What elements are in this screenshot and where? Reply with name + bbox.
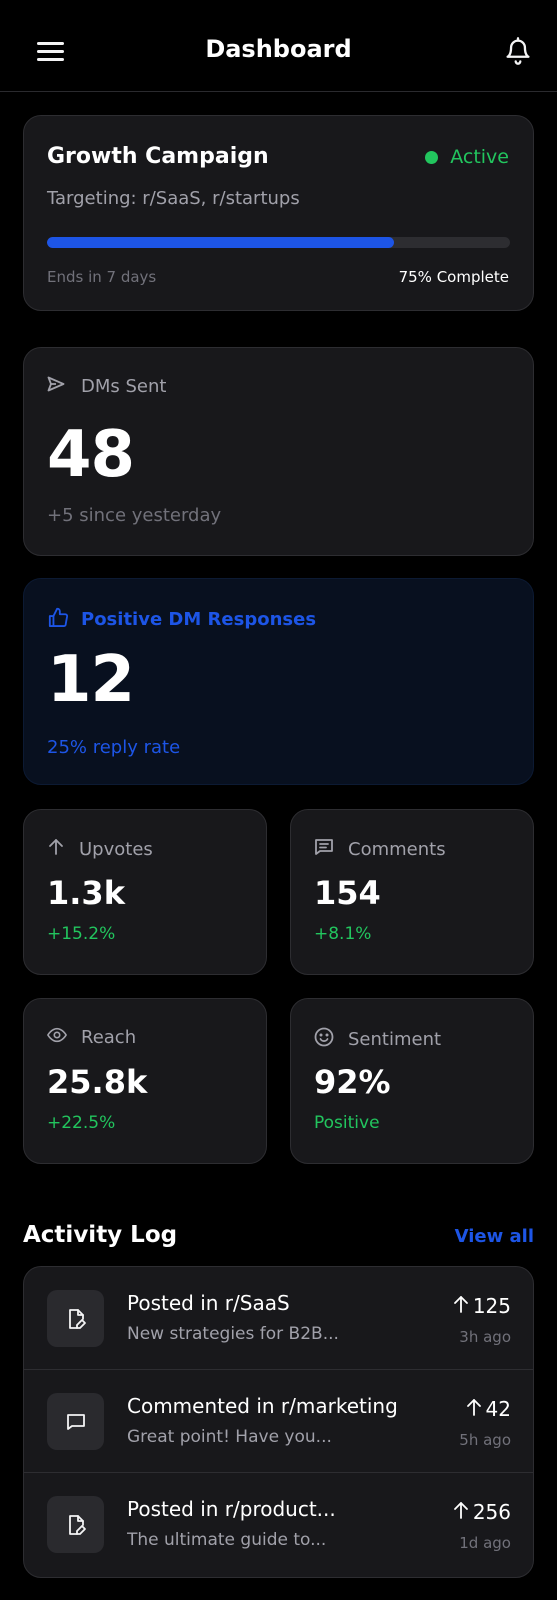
campaign-complete: 75% Complete [398,268,509,286]
comment-icon [314,838,348,861]
activity-title: Commented in r/marketing [127,1394,398,1418]
arrow-up-icon [453,1294,473,1318]
positive-responses-label: Positive DM Responses [81,609,317,630]
sentiment-header: Sentiment [314,1027,441,1052]
activity-time: 3h ago [459,1328,511,1346]
activity-upvote-count: 125 [472,1294,511,1318]
reach-card[interactable]: Reach 25.8k +22.5% [23,998,267,1164]
page-title: Dashboard [205,35,352,63]
reach-label: Reach [81,1027,137,1048]
activity-item[interactable]: Posted in r/SaaS New strategies for B2B.… [24,1267,533,1370]
sentiment-value: 92% [314,1063,391,1101]
view-all-link[interactable]: View all [455,1226,534,1247]
activity-upvotes: 256 [453,1500,511,1524]
dms-sent-header: DMs Sent [47,376,166,397]
upvotes-header: Upvotes [47,838,153,861]
sentiment-card[interactable]: Sentiment 92% Positive [290,998,534,1164]
campaign-targeting: Targeting: r/SaaS, r/startups [47,188,300,209]
sentiment-label: Sentiment [348,1029,442,1050]
campaign-progress-bar [47,237,510,248]
campaign-name: Growth Campaign [47,144,269,169]
activity-snippet: New strategies for B2B... [127,1324,339,1344]
arrow-up-icon [453,1500,473,1524]
upvotes-card[interactable]: Upvotes 1.3k +15.2% [23,809,267,975]
status-label: Active [450,146,509,168]
dms-sent-card[interactable]: DMs Sent 48 +5 since yesterday [23,347,534,556]
sentiment-delta: Positive [314,1113,380,1133]
status-dot-icon [425,150,439,164]
post-edit-icon [47,1290,104,1347]
upvotes-label: Upvotes [79,839,153,860]
activity-time: 1d ago [459,1534,511,1552]
bell-icon[interactable] [504,36,532,66]
dms-sent-label: DMs Sent [81,376,167,397]
reach-header: Reach [46,1027,137,1048]
activity-upvotes: 125 [453,1294,511,1318]
upvotes-delta: +15.2% [47,924,116,944]
reach-value: 25.8k [47,1063,148,1101]
activity-item[interactable]: Commented in r/marketing Great point! Ha… [24,1370,533,1473]
activity-snippet: Great point! Have you... [127,1427,332,1447]
activity-upvote-count: 256 [472,1500,511,1524]
activity-title: Posted in r/product... [127,1497,336,1521]
activity-log-list: Posted in r/SaaS New strategies for B2B.… [23,1266,534,1578]
comments-label: Comments [348,839,446,860]
positive-responses-card[interactable]: Positive DM Responses 12 25% reply rate [23,578,534,785]
activity-title: Posted in r/SaaS [127,1291,290,1315]
activity-upvote-count: 42 [485,1397,511,1421]
activity-time: 5h ago [459,1431,511,1449]
smile-icon [314,1027,348,1052]
comments-header: Comments [314,838,446,861]
activity-upvotes: 42 [466,1397,511,1421]
eye-icon [46,1027,81,1048]
reply-rate: 25% reply rate [47,737,181,758]
upvotes-value: 1.3k [47,874,125,912]
arrow-up-icon [47,838,79,861]
send-icon [47,376,81,397]
positive-responses-header: Positive DM Responses [47,607,316,632]
app-header: Dashboard [0,0,557,92]
activity-log-title: Activity Log [23,1222,178,1248]
comments-value: 154 [314,874,381,912]
positive-responses-value: 12 [47,643,135,717]
thumbs-up-icon [47,607,81,632]
comment-icon [47,1393,104,1450]
comments-card[interactable]: Comments 154 +8.1% [290,809,534,975]
activity-snippet: The ultimate guide to... [127,1530,327,1550]
post-edit-icon [47,1496,104,1553]
campaign-card[interactable]: Growth Campaign Active Targeting: r/SaaS… [23,115,534,311]
reach-delta: +22.5% [47,1113,116,1133]
dms-sent-sub: +5 since yesterday [47,505,222,526]
campaign-ends: Ends in 7 days [47,268,157,286]
comments-delta: +8.1% [314,924,372,944]
dms-sent-value: 48 [47,418,135,492]
campaign-progress-fill [47,237,395,248]
arrow-up-icon [466,1397,486,1421]
activity-item[interactable]: Posted in r/product... The ultimate guid… [24,1473,533,1576]
status-badge: Active [425,146,509,168]
